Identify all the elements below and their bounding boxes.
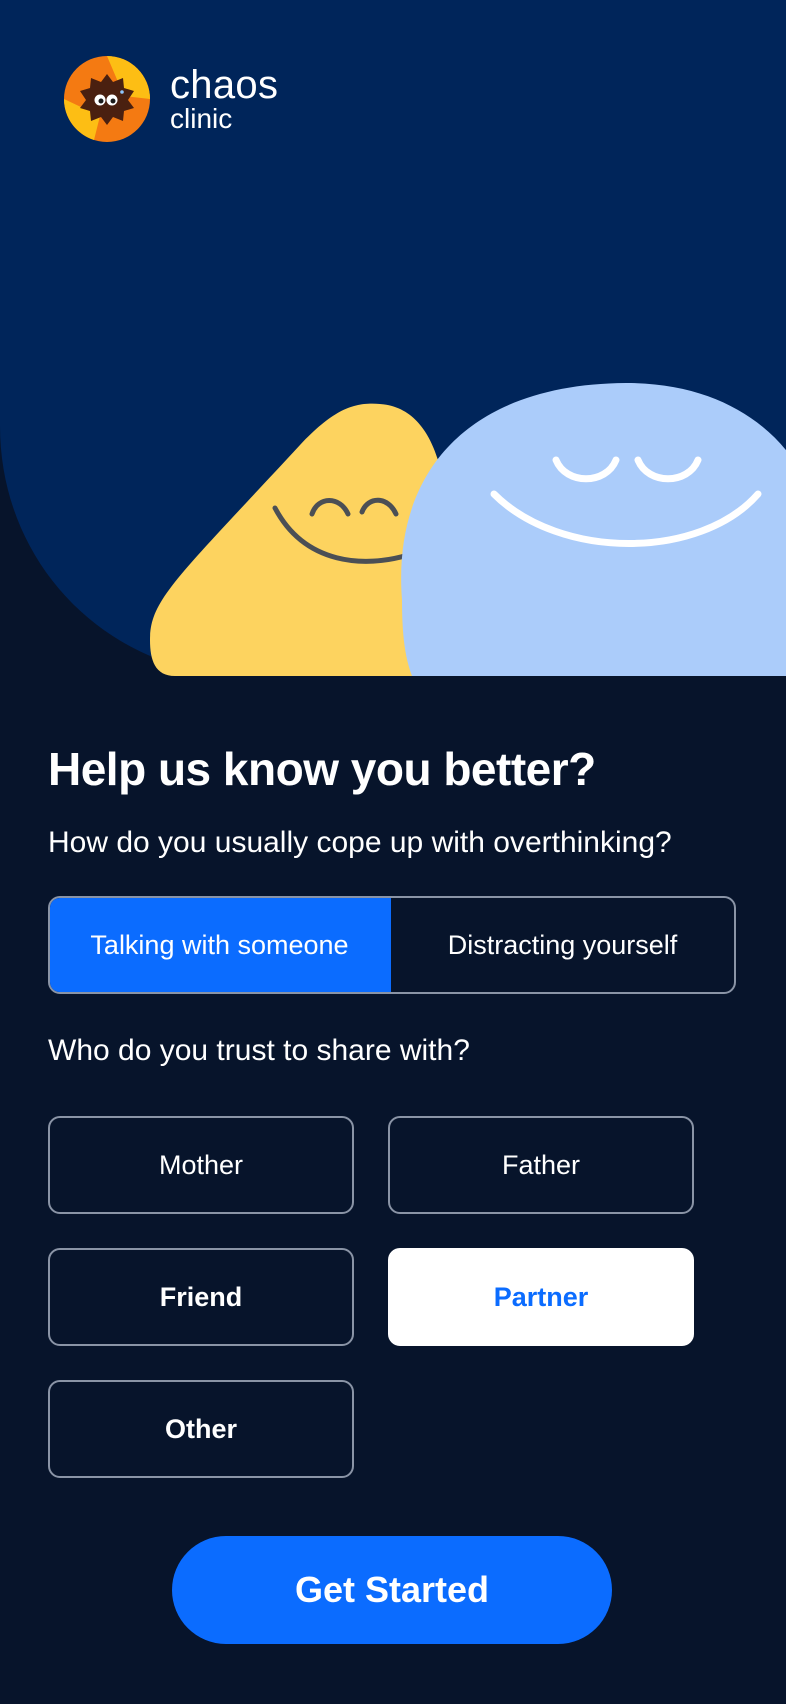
option-friend[interactable]: Friend [48,1248,354,1346]
page-title: Help us know you better? [48,743,596,795]
option-partner[interactable]: Partner [388,1248,694,1346]
brand-subtitle: clinic [170,103,233,134]
get-started-button[interactable]: Get Started [172,1536,612,1644]
option-other[interactable]: Other [48,1380,354,1478]
option-distracting-yourself[interactable]: Distracting yourself [391,898,734,992]
logo-icon [64,56,150,142]
option-talking-with-someone[interactable]: Talking with someone [50,898,391,992]
brand: chaos clinic [64,56,278,142]
option-father[interactable]: Father [388,1116,694,1214]
hero-illustration: chaos clinic [0,0,786,676]
question-trust: Who do you trust to share with? [48,1034,470,1067]
option-mother[interactable]: Mother [48,1116,354,1214]
question-coping: How do you usually cope up with overthin… [48,826,672,859]
brand-name: chaos [170,63,279,107]
coping-segmented-control: Talking with someone Distracting yoursel… [48,896,736,994]
